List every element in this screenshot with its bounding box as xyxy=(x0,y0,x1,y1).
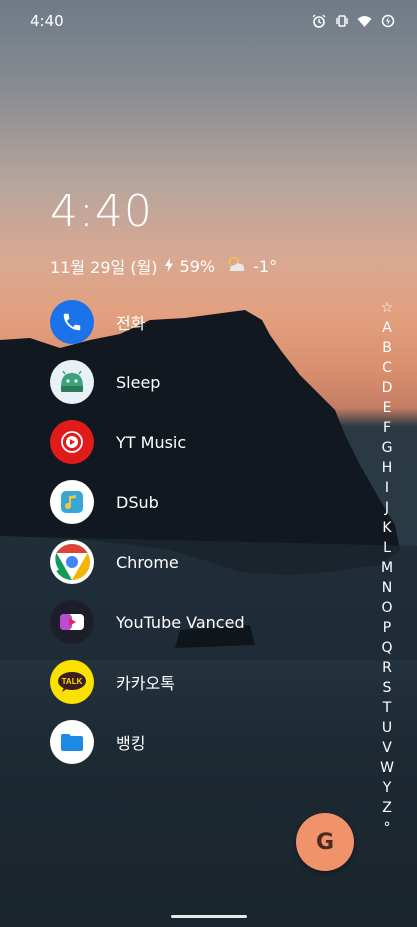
alphabet-scroller[interactable]: ☆ A B C D E F G H I J K L M N O P Q R S T U V W Y Z ° xyxy=(378,298,396,838)
app-item-youtube-vanced[interactable]: YouTube Vanced xyxy=(50,592,350,652)
banking-icon xyxy=(50,720,94,764)
alphabet-letter[interactable]: J xyxy=(385,498,389,518)
alphabet-letter[interactable]: V xyxy=(382,738,392,758)
app-item-banking[interactable]: 뱅킹 xyxy=(50,712,350,772)
widget-clock[interactable]: 4:40 xyxy=(50,186,153,237)
app-label: DSub xyxy=(116,492,159,512)
alphabet-letter[interactable]: W xyxy=(380,758,394,778)
alarm-icon xyxy=(311,13,326,28)
alphabet-letter[interactable]: H xyxy=(382,458,393,478)
alphabet-letter[interactable]: ☆ xyxy=(381,298,394,318)
app-label: YouTube Vanced xyxy=(116,612,245,632)
alphabet-letter[interactable]: R xyxy=(382,658,392,678)
svg-text:TALK: TALK xyxy=(62,677,83,686)
alphabet-letter[interactable]: K xyxy=(382,518,391,538)
alphabet-letter[interactable]: A xyxy=(382,318,392,338)
sleep-icon xyxy=(50,360,94,404)
alphabet-letter[interactable]: G xyxy=(382,438,393,458)
alphabet-letter[interactable]: T xyxy=(383,698,392,718)
alphabet-letter[interactable]: N xyxy=(382,578,392,598)
alphabet-letter[interactable]: Z xyxy=(382,798,392,818)
wifi-icon xyxy=(357,13,372,28)
status-icons xyxy=(311,13,395,28)
alphabet-letter[interactable]: Q xyxy=(381,638,392,658)
app-item-yt-music[interactable]: YT Music xyxy=(50,412,350,472)
widget-temperature[interactable]: -1° xyxy=(253,257,277,276)
alphabet-letter[interactable]: S xyxy=(383,678,392,698)
app-item-dsub[interactable]: DSub xyxy=(50,472,350,532)
app-item-chrome[interactable]: Chrome xyxy=(50,532,350,592)
app-label: YT Music xyxy=(116,432,187,452)
alphabet-letter[interactable]: C xyxy=(382,358,392,378)
alphabet-letter[interactable]: L xyxy=(383,538,391,558)
app-label: 카카오톡 xyxy=(116,674,175,693)
google-g-icon: G xyxy=(315,829,335,855)
chrome-icon xyxy=(50,540,94,584)
alphabet-letter[interactable]: M xyxy=(381,558,393,578)
app-label: 전화 xyxy=(116,314,146,333)
alphabet-letter[interactable]: Y xyxy=(383,778,392,798)
gesture-nav-handle[interactable] xyxy=(171,915,247,918)
status-time: 4:40 xyxy=(30,12,64,30)
alphabet-letter[interactable]: I xyxy=(385,478,389,498)
vibrate-icon xyxy=(334,13,349,28)
app-label: 뱅킹 xyxy=(116,734,146,753)
app-label: Chrome xyxy=(116,552,179,572)
alphabet-letter[interactable]: F xyxy=(383,418,391,438)
charging-icon xyxy=(164,257,174,276)
app-item-sleep[interactable]: Sleep xyxy=(50,352,350,412)
alphabet-letter[interactable]: P xyxy=(383,618,391,638)
dsub-icon xyxy=(50,480,94,524)
widget-date-line: 11월 29일 (월) 59% -1° xyxy=(50,254,277,278)
widget-date[interactable]: 11월 29일 (월) xyxy=(50,254,158,278)
youtube-vanced-icon xyxy=(50,600,94,644)
app-item-phone[interactable]: 전화 xyxy=(50,292,350,352)
battery-saver-icon xyxy=(380,13,395,28)
alphabet-letter[interactable]: B xyxy=(382,338,392,358)
weather-icon xyxy=(225,255,247,277)
phone-icon xyxy=(50,300,94,344)
app-item-kakaotalk[interactable]: TALK 카카오톡 xyxy=(50,652,350,712)
widget-battery: 59% xyxy=(179,256,216,276)
search-fab-button[interactable]: G xyxy=(296,813,354,871)
alphabet-letter[interactable]: ° xyxy=(384,818,391,838)
status-bar: 4:40 xyxy=(0,0,417,44)
app-label: Sleep xyxy=(116,372,161,392)
alphabet-letter[interactable]: D xyxy=(382,378,393,398)
alphabet-letter[interactable]: E xyxy=(383,398,392,418)
alphabet-letter[interactable]: O xyxy=(381,598,392,618)
kakaotalk-icon: TALK xyxy=(50,660,94,704)
app-list: 전화 Sleep YT Music DSub Chrome YouTube Va… xyxy=(50,292,350,772)
alphabet-letter[interactable]: U xyxy=(382,718,392,738)
yt-music-icon xyxy=(50,420,94,464)
